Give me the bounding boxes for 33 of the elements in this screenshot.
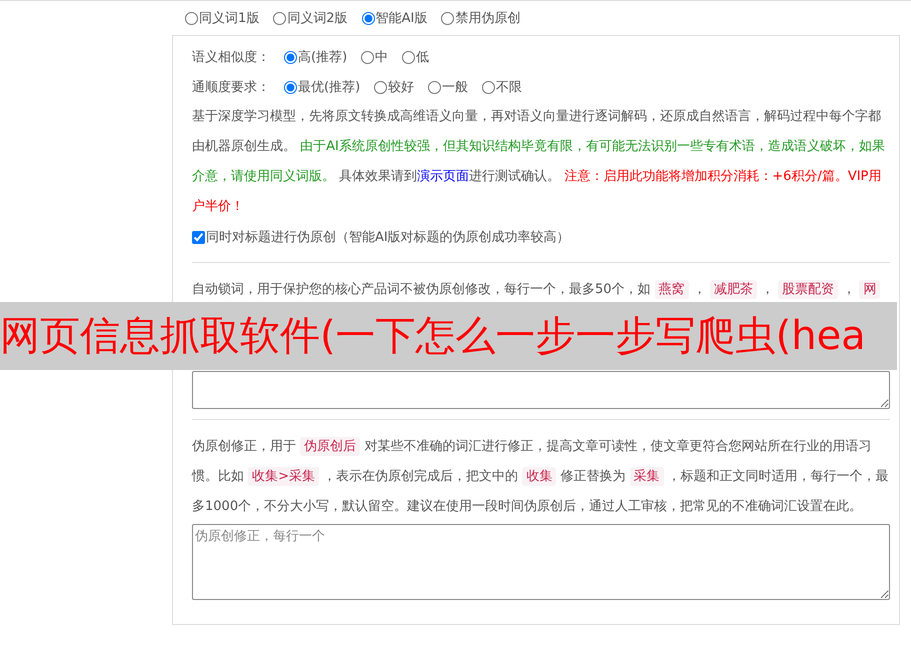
radio-button[interactable]	[361, 50, 374, 64]
radio-button[interactable]	[374, 80, 388, 94]
radio-label[interactable]: 同义词1版	[199, 9, 260, 27]
fluency-label: 通顺度要求：	[192, 79, 270, 96]
radio-button[interactable]	[185, 12, 198, 24]
radio-button[interactable]	[284, 50, 297, 64]
radio-label[interactable]: 智能AI版	[376, 9, 428, 27]
radio-button[interactable]	[441, 12, 454, 24]
radio-label[interactable]: 禁用伪原创	[455, 9, 520, 27]
checkbox[interactable]	[192, 230, 205, 244]
radio-label[interactable]: 一般	[442, 78, 468, 96]
correction-description: 伪原创修正，用于 伪原创后 对某些不准确的词汇进行修正，提高文章可读性，使文章更符合您网站所在行业的用语习惯。比如 收集>采集 ，表示在伪原创完成后，把文中的 收集 修正替换为 采集 ，标题和正文同时适用，每行一个，最多1000个，不分大小写，默认留空。建议在使用一段时间伪原创后，通过人工审核，把常见的不准确词汇设置在此。	[192, 436, 890, 516]
demo-page-link[interactable]: 演示页面	[417, 169, 470, 184]
overlay-banner: 网页信息抓取软件(一下怎么一步一步写爬虫(hea	[0, 302, 897, 370]
radio-label[interactable]: 中	[375, 48, 388, 66]
radio-button[interactable]	[428, 80, 442, 94]
ai-description-text: 基于深度学习模型，先将原文转换成高维语义向量，再对语义向量进行逐词解码，还原成自然语言，解码过程中每个字都由机器原创生成。 由于AI系统原创性较强，但其知识结构毕竟有限，有可能无法识别一些专有术语，造成语义破坏，如果介意，请使用同义词版。 具体效果请到演示页面进行测试确认。 注意：启用此功能将增加积分消耗：+6积分/篇。VIP用户半价！	[192, 108, 886, 216]
correction-field[interactable]: 伪原创修正，每行一个	[192, 524, 890, 600]
radio-label[interactable]: 较好	[388, 78, 414, 96]
radio-label[interactable]: 同义词2版	[287, 9, 348, 27]
radio-button[interactable]	[362, 12, 375, 24]
radio-label[interactable]: 最优(推荐)	[298, 78, 360, 96]
lock-words-description: 自动锁词，用于保护您的核心产品词不被伪原创修改，每行一个，最多50个，如 燕窝 ， 减肥茶 ， 股票配资 ， 网	[192, 275, 890, 305]
radio-label[interactable]: 不限	[496, 78, 522, 96]
radio-button[interactable]	[273, 12, 286, 24]
similarity-label: 语义相似度：	[192, 49, 270, 66]
radio-button[interactable]	[284, 80, 297, 94]
lock-words-field[interactable]	[192, 371, 890, 409]
radio-button[interactable]	[402, 50, 416, 64]
radio-label[interactable]: 高(推荐)	[298, 48, 348, 66]
radio-label[interactable]: 低	[416, 48, 430, 66]
radio-button[interactable]	[482, 80, 496, 94]
checkbox-label[interactable]: 同时对标题进行伪原创（智能AI版对标题的伪原创成功率较高）	[206, 228, 570, 246]
